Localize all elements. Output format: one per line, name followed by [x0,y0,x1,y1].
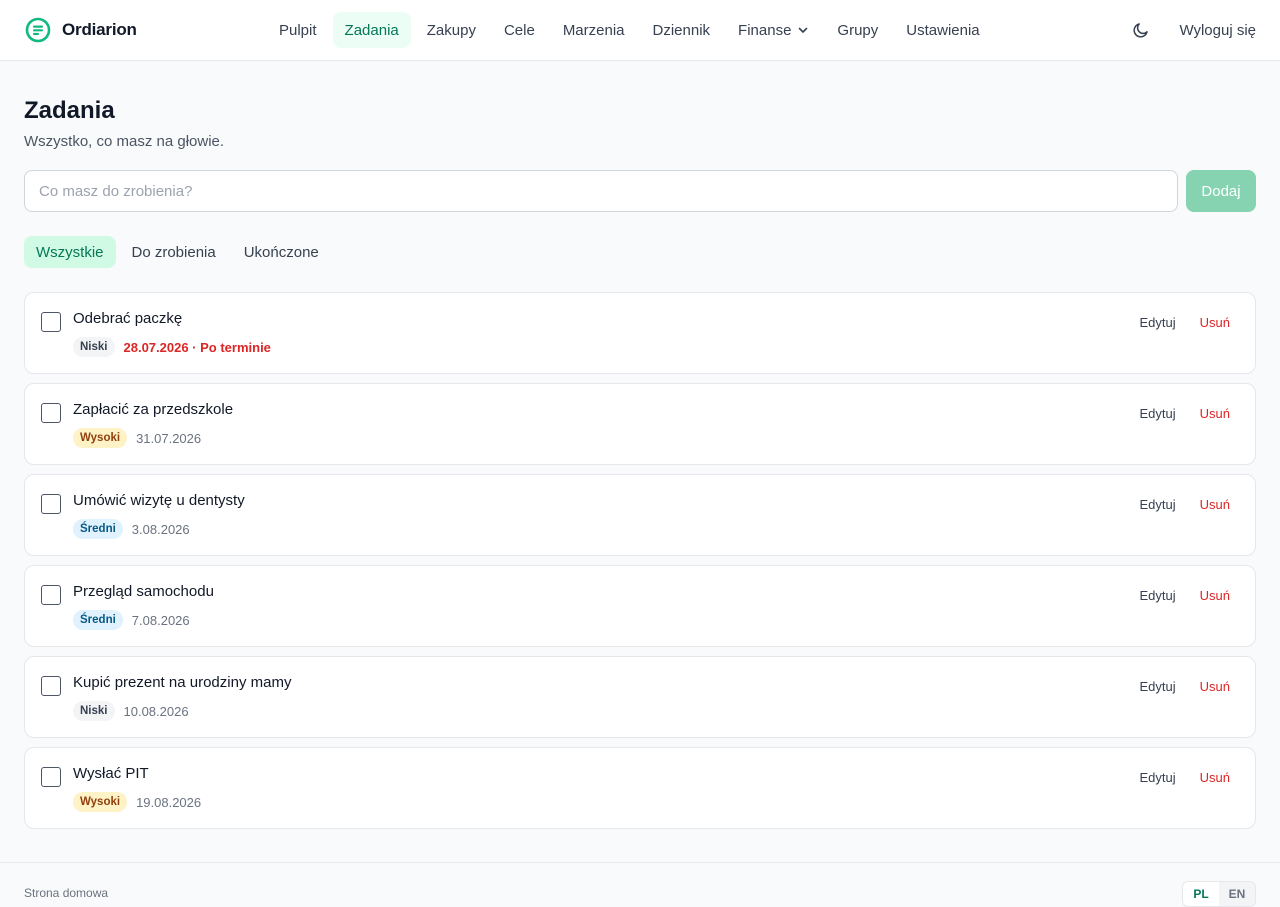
nav-item-dziennik[interactable]: Dziennik [641,12,723,48]
task-filters: Wszystkie Do zrobienia Ukończone [24,236,1256,268]
nav-item-marzenia[interactable]: Marzenia [551,12,637,48]
footer: Strona domowa PL EN [0,862,1280,907]
language-switcher: PL EN [1182,881,1256,907]
nav-item-label: Finanse [738,21,792,39]
add-task-button[interactable]: Dodaj [1186,170,1256,212]
edit-button[interactable]: Edytuj [1140,679,1176,694]
task-meta: Wysoki 31.07.2026 [73,428,201,448]
task-title: Odebrać paczkę [73,310,183,327]
logo-icon [25,17,51,43]
task-item: Umówić wizytę u dentysty Średni 3.08.202… [24,474,1256,556]
top-right-actions: Wyloguj się [1123,12,1256,48]
priority-badge: Wysoki [73,428,128,448]
chevron-down-icon [799,27,808,33]
task-item: Wysłać PIT Wysoki 19.08.2026 Edytuj Usuń [24,747,1256,829]
priority-badge: Średni [73,519,123,539]
nav-item-label: Zakupy [426,21,476,39]
task-meta: Średni 3.08.2026 [73,519,190,539]
task-checkbox[interactable] [41,312,61,332]
edit-button[interactable]: Edytuj [1140,497,1176,512]
task-meta: Średni 7.08.2026 [73,610,190,630]
home-link[interactable]: Strona domowa [24,886,108,900]
nav-item-label: Marzenia [562,21,625,39]
delete-button[interactable]: Usuń [1200,770,1230,785]
delete-button[interactable]: Usuń [1200,406,1230,421]
add-task-form: Dodaj [24,170,1256,212]
task-item: Kupić prezent na urodziny mamy Niski 10.… [24,656,1256,738]
nav-item-grupy[interactable]: Grupy [825,12,890,48]
task-title: Przegląd samochodu [73,583,214,600]
nav-item-label: Grupy [837,21,879,39]
page-title: Zadania [24,97,115,124]
task-meta: Niski 28.07.2026 · Po terminie [73,337,271,357]
task-item: Odebrać paczkę Niski 28.07.2026 · Po ter… [24,292,1256,374]
edit-button[interactable]: Edytuj [1140,588,1176,603]
nav-item-label: Cele [503,21,535,39]
task-actions: Edytuj Usuń [1140,679,1231,694]
delete-button[interactable]: Usuń [1200,679,1230,694]
filter-todo[interactable]: Do zrobienia [120,236,228,268]
filter-all[interactable]: Wszystkie [24,236,116,268]
delete-button[interactable]: Usuń [1200,315,1230,330]
task-actions: Edytuj Usuń [1140,497,1231,512]
delete-button[interactable]: Usuń [1200,497,1230,512]
due-date: 10.08.2026 [123,703,189,719]
task-meta: Wysoki 19.08.2026 [73,792,201,812]
edit-button[interactable]: Edytuj [1140,770,1176,785]
main-nav: Pulpit Zadania Zakupy Cele Marzenia Dzie… [267,12,996,48]
nav-item-label: Pulpit [279,21,317,39]
task-checkbox[interactable] [41,585,61,605]
delete-button[interactable]: Usuń [1200,588,1230,603]
task-actions: Edytuj Usuń [1140,315,1231,330]
task-checkbox[interactable] [41,676,61,696]
task-title: Zapłacić za przedszkole [73,401,234,418]
task-checkbox[interactable] [41,767,61,787]
task-title: Wysłać PIT [73,765,149,782]
priority-badge: Niski [73,337,115,357]
language-pl[interactable]: PL [1183,882,1219,906]
task-title: Kupić prezent na urodziny mamy [73,674,292,691]
language-en[interactable]: EN [1219,882,1255,906]
filter-completed[interactable]: Ukończone [232,236,331,268]
task-list: Odebrać paczkę Niski 28.07.2026 · Po ter… [24,292,1256,829]
nav-item-pulpit[interactable]: Pulpit [267,12,329,48]
task-actions: Edytuj Usuń [1140,770,1231,785]
brand[interactable]: Ordiarion [24,16,137,44]
task-actions: Edytuj Usuń [1140,406,1231,421]
main-content: Zadania Wszystko, co masz na głowie. Dod… [0,97,1280,829]
moon-icon [1133,23,1149,38]
priority-badge: Wysoki [73,792,128,812]
nav-item-label: Dziennik [652,21,711,39]
task-checkbox[interactable] [41,494,61,514]
nav-item-cele[interactable]: Cele [492,12,547,48]
nav-item-zadania[interactable]: Zadania [332,12,411,48]
edit-button[interactable]: Edytuj [1140,406,1176,421]
edit-button[interactable]: Edytuj [1140,315,1176,330]
due-date: 31.07.2026 [136,430,202,446]
nav-item-label: Ustawienia [906,21,980,39]
nav-item-label: Zadania [344,21,399,39]
nav-item-finanse[interactable]: Finanse [726,12,821,48]
priority-badge: Średni [73,610,123,630]
top-navigation-bar: Ordiarion Pulpit Zadania Zakupy Cele Mar… [0,0,1280,61]
task-checkbox[interactable] [41,403,61,423]
nav-item-zakupy[interactable]: Zakupy [415,12,488,48]
logout-button[interactable]: Wyloguj się [1179,22,1256,39]
task-meta: Niski 10.08.2026 [73,701,189,721]
task-item: Zapłacić za przedszkole Wysoki 31.07.202… [24,383,1256,465]
due-date: 19.08.2026 [136,794,202,810]
due-date: 7.08.2026 [131,612,190,628]
task-actions: Edytuj Usuń [1140,588,1231,603]
theme-toggle-button[interactable] [1123,12,1159,48]
priority-badge: Niski [73,701,115,721]
brand-name: Ordiarion [62,20,137,39]
page-subtitle: Wszystko, co masz na głowie. [24,133,225,150]
due-date: 28.07.2026 · Po terminie [123,339,271,355]
task-item: Przegląd samochodu Średni 7.08.2026 Edyt… [24,565,1256,647]
nav-item-ustawienia[interactable]: Ustawienia [894,12,991,48]
new-task-input[interactable] [24,170,1178,212]
task-title: Umówić wizytę u dentysty [73,492,245,509]
due-date: 3.08.2026 [131,521,190,537]
